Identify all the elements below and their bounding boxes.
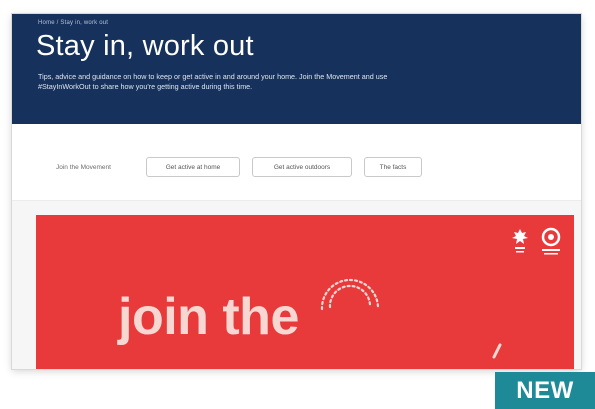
page-description: Tips, advice and guidance on how to keep… bbox=[38, 72, 388, 91]
hero-section: Home / Stay in, work out Stay in, work o… bbox=[12, 14, 581, 124]
page-title: Stay in, work out bbox=[36, 30, 254, 62]
filter-button-facts[interactable]: The facts bbox=[364, 157, 422, 177]
sun-rays-icon bbox=[320, 278, 380, 311]
filter-bar: Join the Movement Get active at home Get… bbox=[12, 124, 581, 201]
sport-england-logo-icon bbox=[541, 227, 561, 255]
crest-logo-icon bbox=[512, 229, 528, 253]
banner-headline: join the bbox=[118, 288, 299, 346]
filter-label: Join the Movement bbox=[56, 164, 111, 171]
new-badge: NEW bbox=[495, 372, 595, 409]
filter-button-active-outdoors[interactable]: Get active outdoors bbox=[252, 157, 352, 177]
filter-button-active-at-home[interactable]: Get active at home bbox=[146, 157, 240, 177]
website-screenshot: Home / Stay in, work out Stay in, work o… bbox=[12, 14, 581, 369]
breadcrumb[interactable]: Home / Stay in, work out bbox=[38, 20, 108, 26]
campaign-banner[interactable]: join the bbox=[36, 215, 574, 369]
decorative-dash-icon bbox=[492, 343, 502, 359]
